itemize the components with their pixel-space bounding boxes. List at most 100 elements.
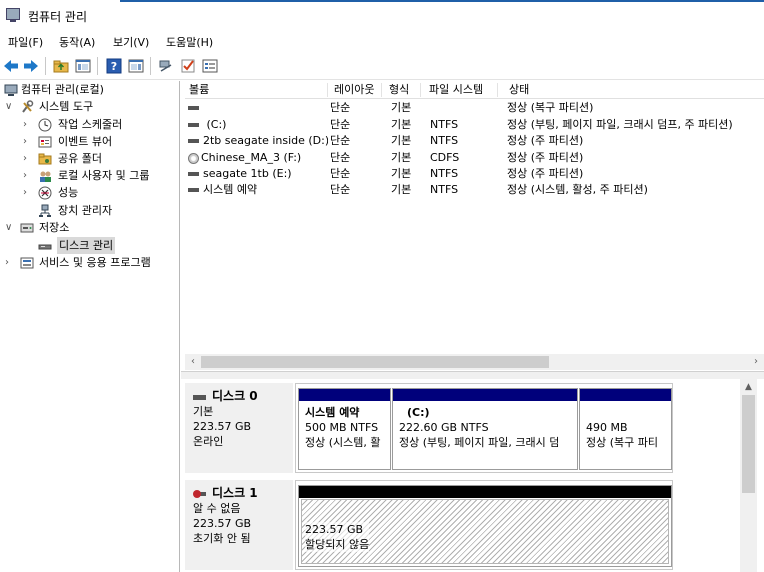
column-header-layout[interactable]: 레이아웃 — [330, 83, 382, 97]
fs-cell: NTFS — [430, 134, 459, 147]
back-icon[interactable] — [2, 57, 20, 75]
table-row[interactable]: 2tb seagate inside (D:) 단순 기본 NTFS 정상 (주… — [185, 133, 764, 149]
table-row[interactable]: Chinese_MA_3 (F:) 단순 기본 CDFS 정상 (주 파티션) — [185, 150, 764, 166]
toolbar-separator — [150, 57, 151, 75]
chevron-right-icon[interactable]: › — [5, 254, 15, 271]
tree-item-local-users[interactable]: › 로컬 사용자 및 그룹 — [0, 167, 180, 184]
partition-size: 223.57 GB — [305, 523, 364, 536]
chevron-right-icon[interactable]: › — [23, 184, 33, 201]
scroll-left-icon[interactable]: ‹ — [185, 354, 201, 370]
scroll-right-icon[interactable]: › — [748, 354, 764, 370]
menu-view[interactable]: 보기(V) — [111, 33, 151, 51]
tree-item-storage[interactable]: ∨ 저장소 — [0, 219, 180, 236]
tree-item-services[interactable]: › 서비스 및 응용 프로그램 — [0, 254, 180, 271]
tree-item-shared-folders[interactable]: › 공유 폴더 — [0, 150, 180, 167]
disk-state: 온라인 — [193, 435, 224, 448]
connect-icon[interactable] — [157, 57, 175, 75]
menu-file[interactable]: 파일(F) — [6, 33, 45, 51]
column-header-volume[interactable]: 볼륨 — [185, 83, 328, 97]
disk-info-1[interactable]: 디스크 1 알 수 없음 223.57 GB 초기화 안 됨 — [185, 480, 293, 570]
check-icon[interactable] — [179, 57, 197, 75]
tree-item-system-tools[interactable]: ∨ 시스템 도구 — [0, 98, 180, 115]
disk-partitions-frame: 시스템 예약 500 MB NTFS 정상 (시스템, 활 (C:) 222.6… — [295, 383, 673, 473]
fs-cell: NTFS — [430, 118, 459, 131]
tree-item-device-manager[interactable]: 장치 관리자 — [0, 202, 180, 219]
chevron-down-icon[interactable]: ∨ — [5, 98, 15, 115]
chevron-right-icon[interactable]: › — [23, 116, 33, 133]
event-viewer-icon — [38, 135, 52, 149]
partition-bar — [299, 486, 671, 498]
help-icon[interactable]: ? — [105, 57, 123, 75]
forward-icon[interactable] — [22, 57, 40, 75]
partition-status: 정상 (부팅, 페이지 파일, 크래시 덤 — [399, 436, 560, 449]
partition-name: (C:) — [407, 406, 430, 419]
title-bar: 컴퓨터 관리 — [0, 0, 764, 30]
volume-name: Chinese_MA_3 (F:) — [201, 151, 302, 164]
tree-item-disk-management[interactable]: 디스크 관리 — [0, 237, 180, 254]
up-folder-icon[interactable] — [52, 57, 70, 75]
volume-name: (C:) — [206, 118, 227, 131]
scrollbar-thumb[interactable] — [201, 356, 549, 368]
tree-item-performance[interactable]: › 성능 — [0, 184, 180, 201]
column-header-filesystem[interactable]: 파일 시스템 — [425, 83, 498, 97]
menu-help[interactable]: 도움말(H) — [164, 33, 215, 51]
partition-status: 할당되지 않음 — [305, 538, 370, 551]
partition-system-reserved[interactable]: 시스템 예약 500 MB NTFS 정상 (시스템, 활 — [298, 388, 391, 470]
chevron-right-icon[interactable]: › — [23, 167, 33, 184]
volume-icon — [188, 123, 199, 127]
shared-folder-icon — [38, 152, 52, 166]
scrollbar-thumb[interactable] — [742, 395, 755, 493]
disk-name: 디스크 0 — [212, 389, 258, 403]
layout-cell: 단순 — [330, 151, 351, 164]
chevron-right-icon[interactable]: › — [23, 150, 33, 167]
unallocated-space[interactable]: 223.57 GB 할당되지 않음 — [298, 485, 672, 567]
tree-item-root[interactable]: 컴퓨터 관리(로컬) — [0, 81, 180, 98]
disk-error-icon — [193, 490, 206, 498]
users-icon — [38, 169, 52, 183]
disk-view-vertical-scrollbar[interactable]: ▲ — [740, 379, 757, 572]
disk-size: 223.57 GB — [193, 420, 252, 433]
table-row[interactable]: (C:) 단순 기본 NTFS 정상 (부팅, 페이지 파일, 크래시 덤프, … — [185, 117, 764, 133]
chevron-right-icon[interactable]: › — [23, 133, 33, 150]
menu-action[interactable]: 동작(A) — [57, 33, 97, 51]
toolbar-separator — [45, 57, 46, 75]
list-header: 볼륨 레이아웃 형식 파일 시스템 상태 — [185, 81, 764, 99]
partition-bar — [580, 389, 671, 401]
tree-item-event-viewer[interactable]: › 이벤트 뷰어 — [0, 133, 180, 150]
partition-bar — [299, 389, 390, 401]
volume-list-horizontal-scrollbar[interactable]: ‹ › — [185, 354, 764, 370]
device-manager-icon — [38, 204, 52, 218]
properties-icon[interactable] — [201, 57, 219, 75]
disk-info-0[interactable]: 디스크 0 기본 223.57 GB 온라인 — [185, 383, 293, 473]
column-header-status[interactable]: 상태 — [505, 83, 764, 97]
status-cell: 정상 (부팅, 페이지 파일, 크래시 덤프, 주 파티션) — [507, 118, 733, 131]
table-row[interactable]: 시스템 예약 단순 기본 NTFS 정상 (시스템, 활성, 주 파티션) — [185, 182, 764, 198]
volume-icon — [188, 188, 199, 192]
window-title: 컴퓨터 관리 — [28, 10, 88, 24]
partition-recovery[interactable]: 490 MB 정상 (복구 파티 — [579, 388, 672, 470]
action-pane-icon[interactable] — [127, 57, 145, 75]
type-cell: 기본 — [391, 101, 412, 114]
tree-label: 저장소 — [39, 221, 70, 234]
column-header-type[interactable]: 형식 — [385, 83, 421, 97]
volume-icon — [188, 106, 199, 110]
table-row[interactable]: seagate 1tb (E:) 단순 기본 NTFS 정상 (주 파티션) — [185, 166, 764, 182]
layout-cell: 단순 — [330, 134, 351, 147]
partition-size: 490 MB — [586, 421, 628, 434]
table-row[interactable]: 단순 기본 정상 (복구 파티션) — [185, 100, 764, 116]
volume-icon — [188, 139, 199, 143]
pane-splitter[interactable] — [181, 371, 764, 379]
volume-list: 볼륨 레이아웃 형식 파일 시스템 상태 단순 기본 정상 (복구 파티션) (… — [185, 81, 764, 371]
system-tools-icon — [20, 100, 34, 114]
status-cell: 정상 (주 파티션) — [507, 151, 584, 164]
computer-management-icon — [4, 83, 18, 97]
partition-size: 222.60 GB NTFS — [399, 421, 489, 434]
scroll-up-icon[interactable]: ▲ — [740, 379, 757, 395]
disk-row-0: 디스크 0 기본 223.57 GB 온라인 시스템 예약 500 MB NTF… — [185, 383, 740, 475]
toolbar: ? — [0, 52, 764, 80]
tree-item-task-scheduler[interactable]: › 작업 스케줄러 — [0, 116, 180, 133]
svg-text:?: ? — [111, 60, 117, 73]
show-tree-icon[interactable] — [74, 57, 92, 75]
partition-c[interactable]: (C:) 222.60 GB NTFS 정상 (부팅, 페이지 파일, 크래시 … — [392, 388, 578, 470]
chevron-down-icon[interactable]: ∨ — [5, 219, 15, 236]
